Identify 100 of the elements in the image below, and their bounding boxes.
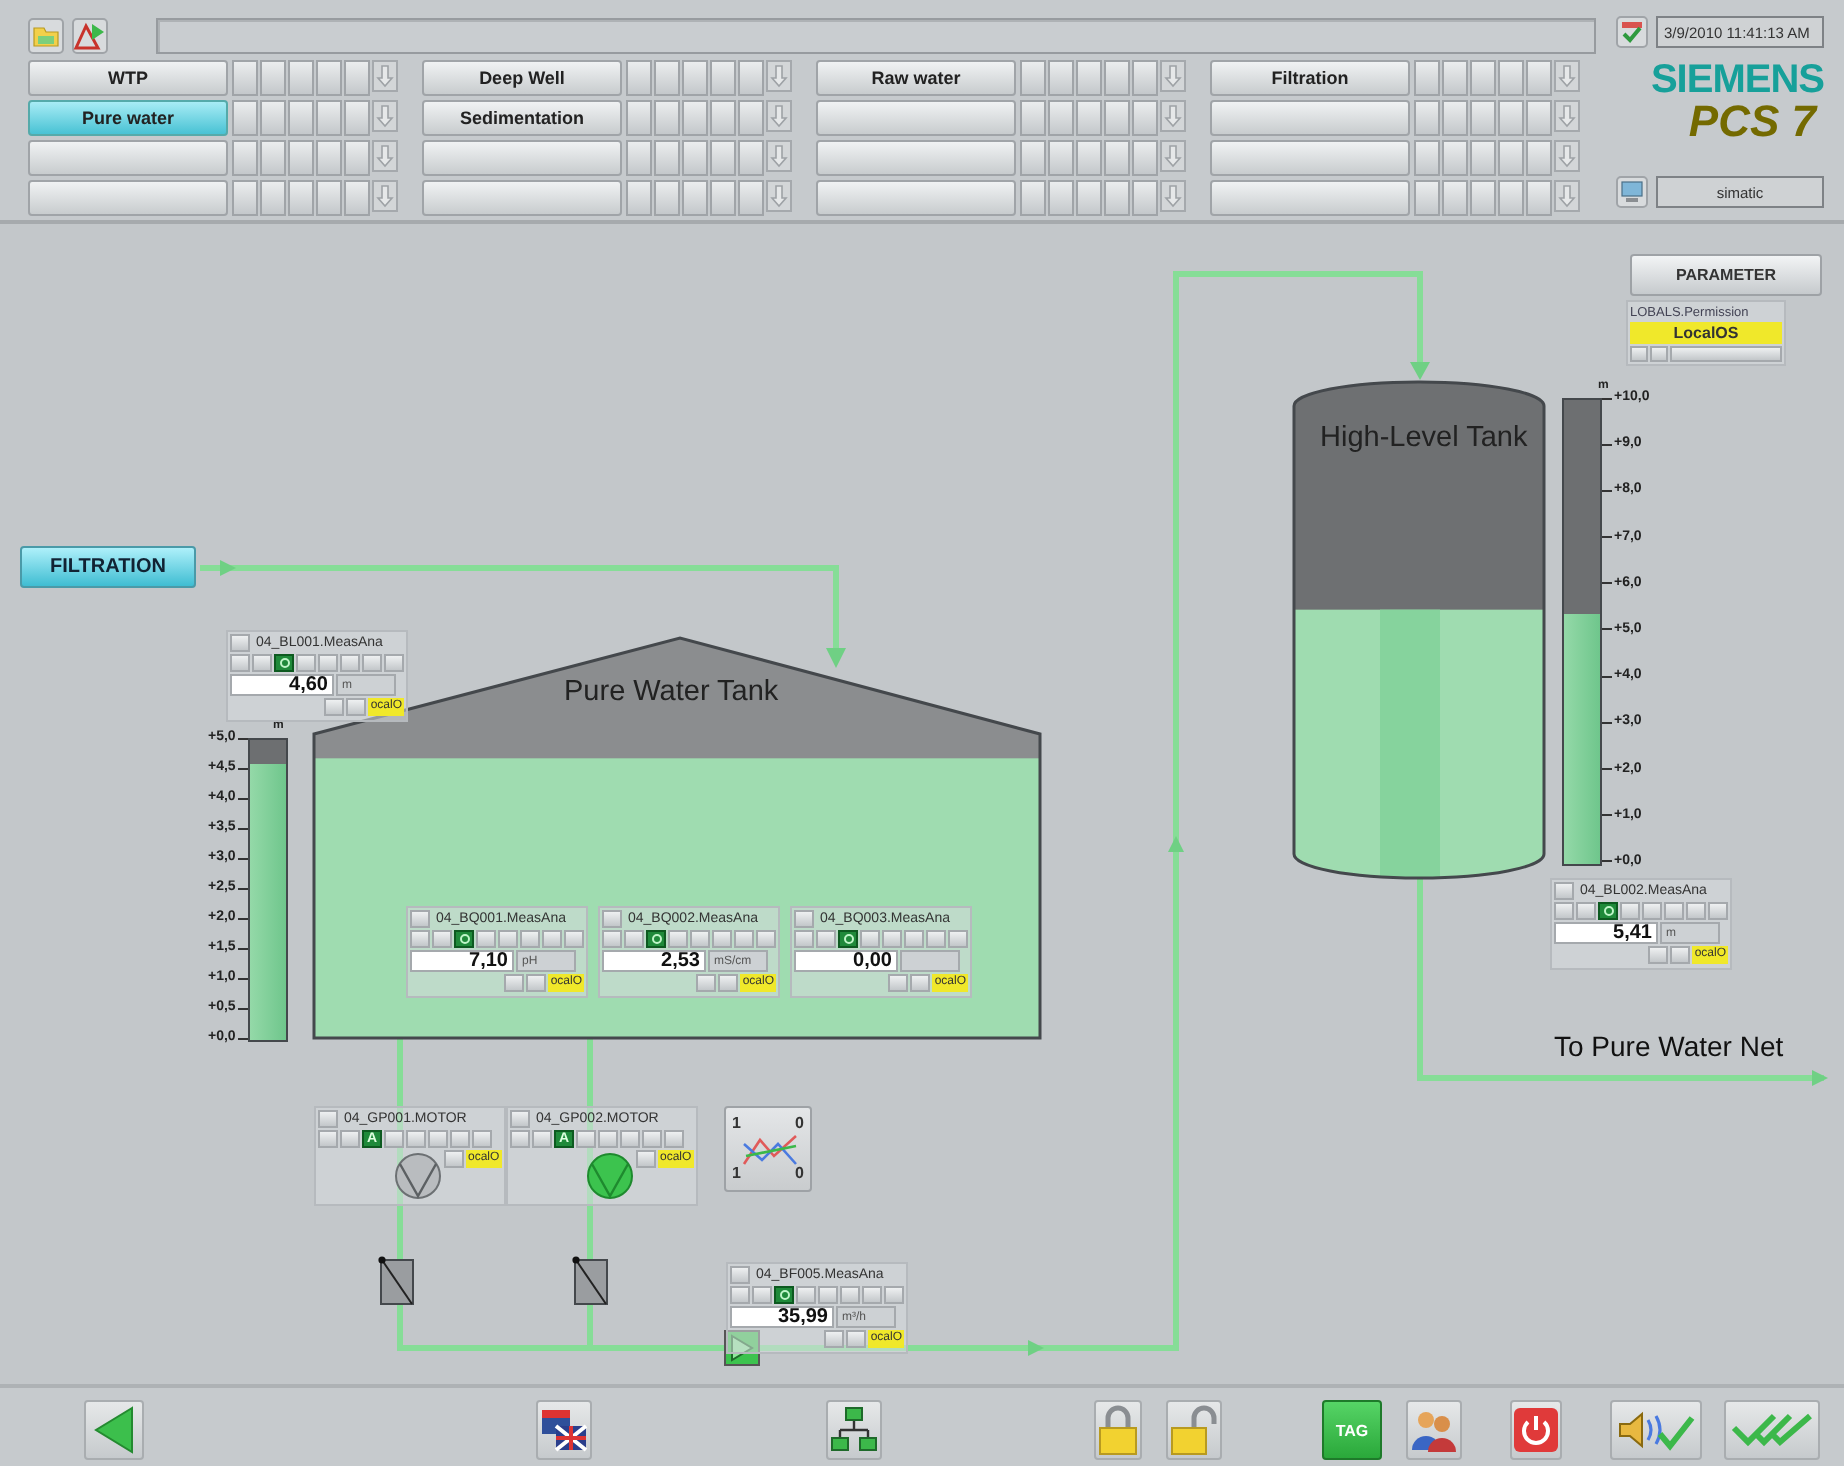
down-arrow-icon [1554, 140, 1580, 172]
users-button[interactable] [1406, 1400, 1462, 1460]
alarm-indicator [260, 180, 286, 216]
indicator-box [624, 930, 644, 948]
area-link-button[interactable]: FILTRATION [20, 546, 196, 588]
down-arrow-icon [1554, 180, 1580, 212]
product-logo: PCS 7 [1688, 100, 1816, 144]
down-arrow-icon [1160, 60, 1186, 92]
alarm-indicator [260, 60, 286, 96]
alarm-indicator [288, 60, 314, 96]
tank-label: High-Level Tank [1320, 422, 1528, 454]
down-arrow-icon [372, 60, 398, 92]
alarm-indicator [682, 180, 708, 216]
area-button[interactable] [816, 140, 1016, 176]
alarm-indicator [316, 140, 342, 176]
brand-logo: SIEMENS [1650, 60, 1824, 100]
indicator-box [642, 1130, 662, 1148]
area-button[interactable] [1210, 180, 1410, 216]
alarm-indicator [232, 180, 258, 216]
alarm-indicator [1414, 60, 1440, 96]
value-field: 2,53 [602, 950, 706, 972]
alarm-indicator [738, 100, 764, 136]
network-icon [830, 1406, 878, 1454]
area-button[interactable]: Pure water [28, 100, 228, 136]
indicator-box [296, 654, 316, 672]
area-button[interactable] [422, 180, 622, 216]
parameter-button[interactable]: PARAMETER [1630, 254, 1822, 296]
indicator-box [1648, 946, 1669, 964]
area-button[interactable] [816, 100, 1016, 136]
alarm-indicator [1414, 140, 1440, 176]
overview-button[interactable] [826, 1400, 882, 1460]
area-button[interactable]: Sedimentation [422, 100, 622, 136]
area-button[interactable] [422, 140, 622, 176]
alarm-indicator [1132, 140, 1158, 176]
indicator-box [718, 974, 739, 992]
monitor-icon [1616, 176, 1648, 208]
indicator-box [476, 930, 496, 948]
indicator-box [636, 1150, 656, 1168]
area-button[interactable]: WTP [28, 60, 228, 96]
double-check-icon [1730, 1408, 1814, 1452]
indicator-box [318, 654, 338, 672]
indicator-box [734, 930, 754, 948]
down-arrow-icon [766, 180, 792, 212]
area-button[interactable]: Raw water [816, 60, 1016, 96]
indicator-box [324, 698, 345, 716]
alarm-indicator [710, 140, 736, 176]
indicator-box [384, 654, 404, 672]
alarm-indicator [260, 100, 286, 136]
indicator-box [450, 1130, 470, 1148]
down-arrow-icon [766, 100, 792, 132]
indicator-box [796, 1286, 816, 1304]
area-button[interactable] [28, 180, 228, 216]
lock-button[interactable] [1094, 1400, 1142, 1460]
alarm-indicator [626, 140, 652, 176]
alarm-indicator [1132, 60, 1158, 96]
alarm-indicator [654, 140, 680, 176]
indicator-box [432, 930, 452, 948]
down-arrow-icon [766, 60, 792, 92]
alarm-indicator [260, 140, 286, 176]
calendar-check-icon [1616, 16, 1648, 48]
speaker-icon [1616, 1406, 1696, 1454]
power-button[interactable] [1510, 1400, 1562, 1460]
unlock-button[interactable] [1166, 1400, 1222, 1460]
mode-icon [774, 1286, 794, 1304]
area-button[interactable]: Deep Well [422, 60, 622, 96]
alarm-indicator [626, 60, 652, 96]
area-button[interactable]: Filtration [1210, 60, 1410, 96]
area-button[interactable] [816, 180, 1016, 216]
alarm-indicator [1442, 180, 1468, 216]
alarm-indicator [1048, 60, 1074, 96]
mode-icon [454, 930, 474, 948]
indicator-box [428, 1130, 448, 1148]
indicator-box [620, 1130, 640, 1148]
alarm-indicator [682, 60, 708, 96]
area-button[interactable] [28, 140, 228, 176]
area-button[interactable] [1210, 140, 1410, 176]
alarm-indicator [1470, 140, 1496, 176]
alarm-indicator [316, 100, 342, 136]
indicator-box [346, 698, 367, 716]
back-button[interactable] [84, 1400, 144, 1460]
alarm-indicator [1470, 100, 1496, 136]
alarm-indicator [1020, 180, 1046, 216]
indicator-box [1620, 902, 1640, 920]
mute-button[interactable] [1610, 1400, 1702, 1460]
alarm-indicator [626, 180, 652, 216]
mode-icon [274, 654, 294, 672]
alarm-indicator [316, 180, 342, 216]
unlock-icon [1170, 1404, 1218, 1456]
trend-button[interactable]: 1 0 1 0 [724, 1106, 812, 1192]
area-button[interactable] [1210, 100, 1410, 136]
users-icon [1410, 1406, 1458, 1454]
acknowledge-button[interactable] [1724, 1400, 1820, 1460]
language-button[interactable] [536, 1400, 592, 1460]
alarm-indicator [344, 100, 370, 136]
indicator-box [862, 1286, 882, 1304]
indicator-box [576, 1130, 596, 1148]
value-field: 5,41 [1554, 922, 1658, 944]
alarm-indicator [654, 180, 680, 216]
down-arrow-icon [1160, 180, 1186, 212]
indicator-box [340, 654, 360, 672]
